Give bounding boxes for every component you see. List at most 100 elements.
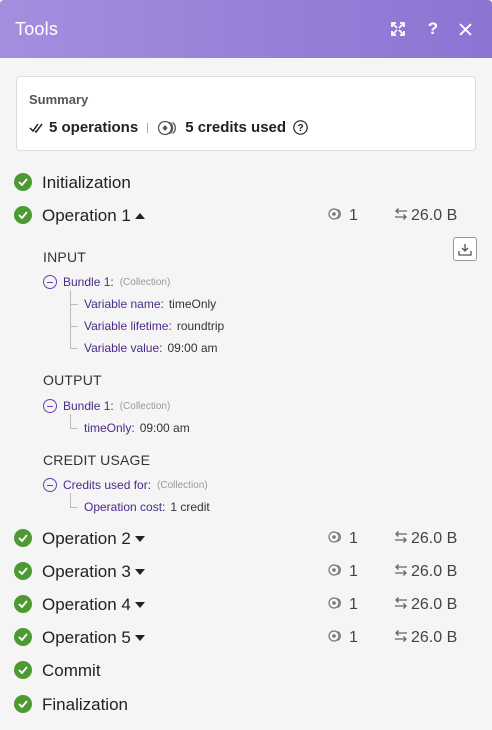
- operations-stat: 1: [328, 563, 358, 581]
- step-label-wrap: Operation 4: [42, 595, 145, 615]
- transfer-icon: [394, 530, 408, 548]
- credit-usage-bundle: Credits used for: (Collection): [43, 478, 208, 492]
- check-circle-icon: [14, 695, 32, 713]
- input-bundle: Bundle 1: (Collection): [43, 275, 170, 289]
- check-circle-icon: [14, 206, 32, 224]
- input-item: Variable lifetime: roundtrip: [84, 319, 224, 333]
- panel-title: Tools: [15, 19, 59, 39]
- step-operation-5[interactable]: Operation 5 1 26.0 B: [0, 624, 492, 650]
- output-bundle: Bundle 1: (Collection): [43, 399, 170, 413]
- svg-text:?: ?: [298, 123, 304, 134]
- collapse-icon[interactable]: [43, 478, 57, 492]
- credits-used: 5 credits used: [185, 119, 287, 136]
- item-key: Variable value:: [84, 341, 163, 355]
- item-key: Operation cost:: [84, 500, 166, 514]
- check-circle-icon: [14, 628, 32, 646]
- step-initialization[interactable]: Initialization: [0, 169, 492, 195]
- check-circle-icon: [14, 173, 32, 191]
- step-finalization[interactable]: Finalization: [0, 691, 492, 717]
- transfer-icon: [394, 207, 408, 225]
- help-icon[interactable]: ?: [422, 18, 444, 40]
- step-label: Initialization: [42, 173, 131, 192]
- info-icon[interactable]: ?: [293, 120, 308, 135]
- bundle-name: Bundle 1:: [63, 275, 114, 289]
- caret-down-icon[interactable]: [134, 635, 145, 641]
- operations-count: 1: [349, 563, 358, 580]
- tree-branch: [70, 428, 78, 429]
- close-icon[interactable]: [454, 18, 476, 40]
- transfer-icon: [394, 563, 408, 581]
- step-commit[interactable]: Commit: [0, 657, 492, 683]
- check-circle-icon: [14, 562, 32, 580]
- download-button[interactable]: [453, 237, 477, 261]
- operations-stat: 1: [328, 629, 358, 647]
- credits-icon: [157, 120, 179, 136]
- item-key: Variable lifetime:: [84, 319, 172, 333]
- size-stat: 26.0 B: [394, 207, 457, 225]
- operations-icon: [328, 596, 344, 614]
- step-operation-3[interactable]: Operation 3 1 26.0 B: [0, 558, 492, 584]
- operations-icon: [328, 530, 344, 548]
- operations-stat: 1: [328, 207, 358, 225]
- tree-branch: [70, 507, 78, 508]
- data-size: 26.0 B: [411, 207, 458, 224]
- item-value: timeOnly: [168, 297, 217, 311]
- operations-count: 1: [349, 207, 358, 224]
- summary-card: Summary 5 operations 5 credits used ?: [16, 76, 476, 151]
- size-stat: 26.0 B: [394, 530, 457, 548]
- operations-icon: [328, 207, 344, 225]
- collapse-icon[interactable]: [43, 399, 57, 413]
- bundle-name: Credits used for:: [63, 478, 152, 492]
- item-key: Variable name:: [84, 297, 164, 311]
- step-label-wrap: Operation 1: [42, 206, 145, 226]
- item-key: timeOnly:: [84, 421, 135, 435]
- size-stat: 26.0 B: [394, 596, 457, 614]
- operations-icon: [328, 563, 344, 581]
- step-label: Operation 5: [42, 628, 131, 647]
- bundle-type: (Collection): [119, 400, 171, 412]
- step-label: Operation 4: [42, 595, 131, 614]
- data-size: 26.0 B: [411, 530, 458, 547]
- step-label: Operation 3: [42, 562, 131, 581]
- operations-count: 1: [349, 596, 358, 613]
- tree-branch: [70, 348, 78, 349]
- transfer-icon: [394, 596, 408, 614]
- caret-down-icon[interactable]: [134, 569, 145, 575]
- divider: [147, 122, 149, 133]
- operations-count: 5 operations: [49, 119, 139, 136]
- operations-count: 1: [349, 629, 358, 646]
- step-operation-1[interactable]: Operation 1 1 26.0 B: [0, 202, 492, 228]
- step-label: Finalization: [42, 695, 128, 714]
- operations-stat: 1: [328, 530, 358, 548]
- summary-row: 5 operations 5 credits used ?: [29, 119, 308, 136]
- check-circle-icon: [14, 595, 32, 613]
- data-size: 26.0 B: [411, 629, 458, 646]
- credit-usage-item: Operation cost: 1 credit: [84, 500, 210, 514]
- step-operation-2[interactable]: Operation 2 1 26.0 B: [0, 525, 492, 551]
- panel-header: Tools ?: [0, 0, 492, 58]
- caret-down-icon[interactable]: [134, 602, 145, 608]
- output-item: timeOnly: 09:00 am: [84, 421, 190, 435]
- caret-up-icon[interactable]: [134, 213, 145, 219]
- operations-icon: [328, 629, 344, 647]
- item-value: 09:00 am: [167, 341, 218, 355]
- output-heading: OUTPUT: [43, 372, 102, 388]
- collapse-icon[interactable]: [43, 275, 57, 289]
- step-label-wrap: Operation 3: [42, 562, 145, 582]
- data-size: 26.0 B: [411, 563, 458, 580]
- tree-branch: [70, 304, 78, 305]
- credit-usage-heading: CREDIT USAGE: [43, 452, 151, 468]
- caret-down-icon[interactable]: [134, 536, 145, 542]
- transfer-icon: [394, 629, 408, 647]
- expand-icon[interactable]: [387, 18, 409, 40]
- step-operation-4[interactable]: Operation 4 1 26.0 B: [0, 591, 492, 617]
- input-heading: INPUT: [43, 249, 86, 265]
- operations-count: 1: [349, 530, 358, 547]
- step-label: Operation 1: [42, 206, 131, 225]
- size-stat: 26.0 B: [394, 629, 457, 647]
- input-item: Variable value: 09:00 am: [84, 341, 218, 355]
- tree-branch: [70, 326, 78, 327]
- item-value: roundtrip: [176, 319, 225, 333]
- bundle-type: (Collection): [157, 479, 208, 491]
- check-circle-icon: [14, 661, 32, 679]
